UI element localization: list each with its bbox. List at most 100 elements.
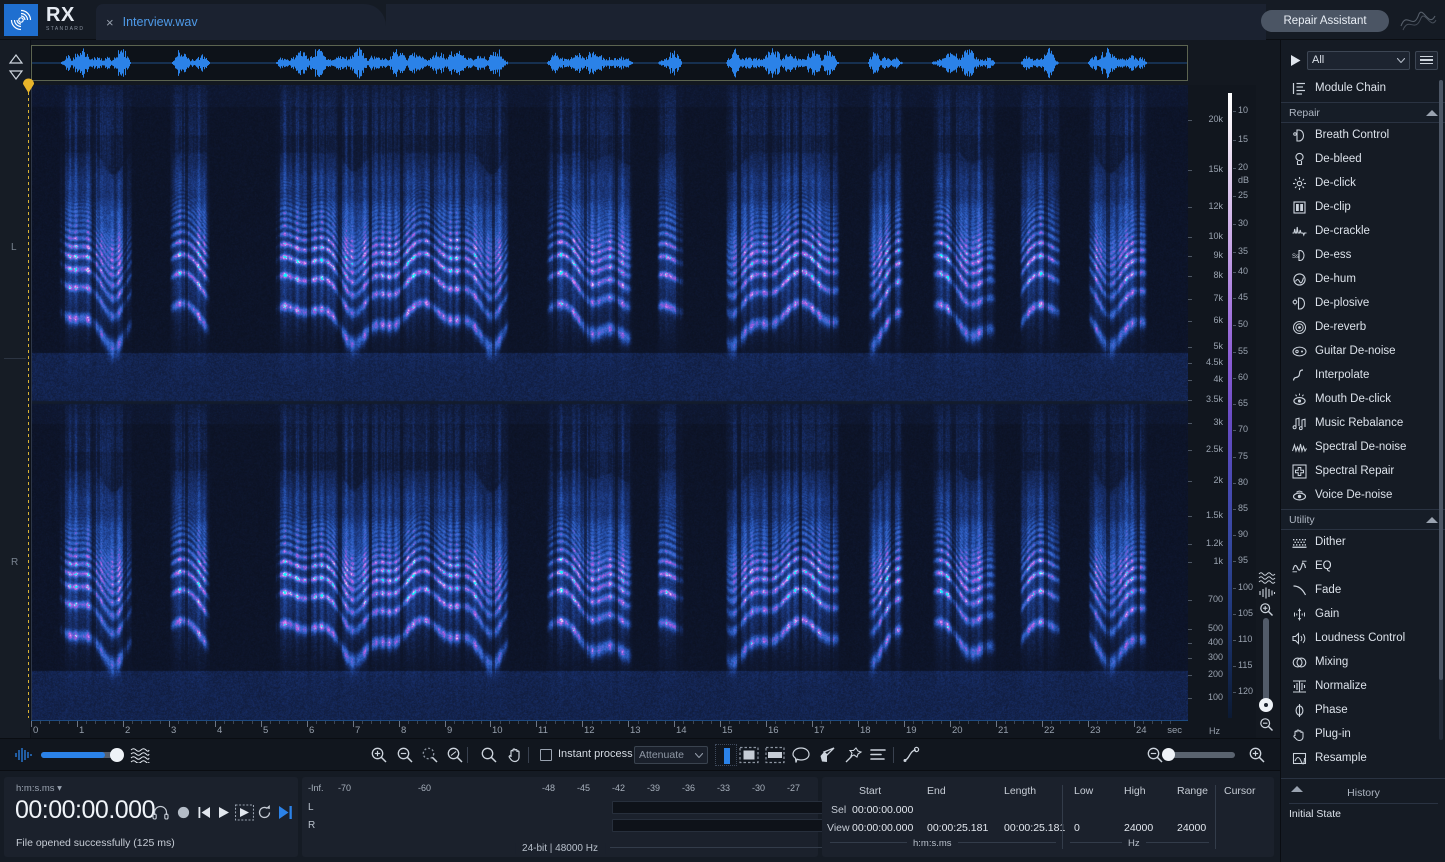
tab-interview-wav[interactable]: × Interview.wav [96,4,386,40]
sidebar-item-de-ess[interactable]: Ss De-ess [1281,243,1445,267]
db-color-scale[interactable]: dB 10 15 20 25 30 35 40 45 50 55 60 65 70 75 80 85 90 95 1… [1226,85,1256,738]
time-format-label[interactable]: h:m:s.ms ▾ [16,783,62,794]
zoom-out-icon[interactable] [396,746,414,764]
sidebar-item-de-plosive[interactable]: De-plosive [1281,291,1445,315]
instant-process-checkbox[interactable] [540,749,552,761]
zoom-to-selection-icon[interactable] [421,746,439,764]
sidebar-item-breath-control[interactable]: Breath Control [1281,123,1445,147]
pen-path-tool-icon[interactable] [902,745,922,765]
sidebar-item-de-click[interactable]: De-click [1281,171,1445,195]
frequency-tick-label: 400 [1207,637,1223,647]
monitor-headphones-button[interactable] [152,804,169,821]
magnifier-tool-icon[interactable] [480,746,498,764]
module-group-repair[interactable]: Repair [1281,102,1445,123]
frequency-selection-tool-icon[interactable] [765,745,785,765]
zoom-in-icon[interactable] [1248,746,1266,764]
frequency-ruler[interactable]: Hz 20k 15k 12k 10k 9k 8k 7k 6k 5k 4.5k 4k 3.5k 3k 2.5… [1188,85,1226,738]
harmonic-selection-tool-icon[interactable] [868,745,888,765]
caret-up-icon[interactable] [1426,109,1438,116]
module-list[interactable]: Module Chain Repair Breath Control De-bleed… [1281,76,1445,778]
sidebar-item-fade[interactable]: Fade [1281,578,1445,602]
zoom-out-icon[interactable] [1259,717,1274,737]
repair-assistant-button[interactable]: Repair Assistant [1261,10,1389,32]
rectangle-selection-tool-icon[interactable] [739,745,759,765]
zoom-in-icon[interactable] [370,746,388,764]
loop-button[interactable] [256,804,273,821]
play-selection-button[interactable] [234,804,255,821]
hand-tool-icon[interactable] [506,746,524,764]
info-freq-high[interactable]: 24000 [1124,822,1153,834]
sidebar-item-spectral-de-noise[interactable]: Spectral De-noise [1281,435,1445,459]
record-button[interactable] [175,804,192,821]
lasso-selection-tool-icon[interactable] [791,745,811,765]
sidebar-item-de-hum[interactable]: De-hum [1281,267,1445,291]
hamburger-menu-icon[interactable] [1415,50,1438,70]
sidebar-item-de-reverb[interactable]: De-reverb [1281,315,1445,339]
close-icon[interactable]: × [106,16,114,29]
vertical-zoom-control[interactable] [1256,570,1278,738]
sidebar-item-loudness-control[interactable]: Loudness Control [1281,626,1445,650]
spectrogram-view[interactable] [31,85,1188,720]
time-minor-tick [711,721,712,724]
spectral-de-noise-icon [1291,439,1307,455]
module-list-scroll-thumb[interactable] [1439,80,1443,680]
play-to-end-button[interactable] [277,804,294,821]
module-list-scrollbar[interactable] [1439,80,1443,740]
spectrogram-canvas[interactable] [31,85,1188,720]
sidebar-item-mixing[interactable]: Mixing [1281,650,1445,674]
sidebar-item-de-bleed[interactable]: De-bleed [1281,147,1445,171]
magic-wand-tool-icon[interactable] [843,745,863,765]
play-button[interactable] [215,804,232,821]
module-filter-select[interactable]: All [1307,50,1410,70]
sidebar-item-interpolate[interactable]: Interpolate [1281,363,1445,387]
horizontal-zoom-knob[interactable] [1162,748,1175,761]
playhead-time-display[interactable]: 00:00:00.000 [15,796,155,825]
time-tick-label: 14 [676,725,687,736]
sidebar-item-spectral-repair[interactable]: Spectral Repair [1281,459,1445,483]
info-view-start[interactable]: 00:00:00.000 [852,822,913,834]
module-group-utility[interactable]: Utility [1281,509,1445,530]
blend-slider-knob[interactable] [110,748,124,762]
zoom-reset-icon[interactable] [446,746,464,764]
vertical-zoom-track[interactable] [1263,618,1269,710]
chevron-down-icon[interactable]: ▾ [57,783,62,794]
history-item-initial-state[interactable]: Initial State [1289,808,1341,820]
sidebar-item-guitar-de-noise[interactable]: Guitar De-noise [1281,339,1445,363]
time-selection-tool-icon[interactable] [715,744,737,766]
sidebar-item-phase[interactable]: Phase [1281,698,1445,722]
selection-info-panel: Start End Length Low High Range Cursor S… [822,777,1274,857]
sidebar-item-plug-in[interactable]: Plug-in [1281,722,1445,746]
playhead-marker[interactable] [22,78,35,93]
go-to-start-button[interactable] [196,804,213,821]
waveform-view-icon[interactable] [14,747,33,768]
sidebar-item-eq[interactable]: EQ [1281,554,1445,578]
instant-process-mode-select[interactable]: Attenuate [634,746,708,764]
caret-up-icon[interactable] [1426,516,1438,523]
vertical-zoom-knob[interactable] [1259,698,1273,712]
sidebar-item-de-crackle[interactable]: De-crackle [1281,219,1445,243]
sidebar-item-de-clip[interactable]: De-clip [1281,195,1445,219]
info-freq-range[interactable]: 24000 [1177,822,1206,834]
sidebar-item-gain[interactable]: Gain [1281,602,1445,626]
meter-scale-label: -48 [542,783,556,793]
spectrogram-view-icon[interactable] [130,747,150,768]
sidebar-item-module-chain[interactable]: Module Chain [1281,76,1445,100]
info-view-length[interactable]: 00:00:25.181 [1004,822,1065,834]
sidebar-item-normalize[interactable]: Normalize [1281,674,1445,698]
sidebar-item-voice-de-noise[interactable]: Voice De-noise [1281,483,1445,507]
izotope-logo-icon[interactable] [4,4,38,36]
overview-waveform[interactable] [31,45,1188,81]
db-tick-label: 115 [1238,660,1253,670]
sidebar-item-dither[interactable]: Dither [1281,530,1445,554]
sidebar-item-music-rebalance[interactable]: Music Rebalance [1281,411,1445,435]
sidebar-item-mouth-de-click[interactable]: Mouth De-click [1281,387,1445,411]
info-view-end[interactable]: 00:00:25.181 [927,822,988,834]
info-freq-low[interactable]: 0 [1074,822,1080,834]
info-sel-start[interactable]: 00:00:00.000 [852,804,913,816]
brush-selection-tool-icon[interactable] [817,745,837,765]
play-icon[interactable] [1289,54,1302,67]
time-tick-label: 2 [125,725,131,736]
time-ruler[interactable]: sec 0 1 2 3 4 5 6 7 8 9 10 11 12 13 14 15 16 17 18 19 20 21 22… [31,720,1188,738]
sidebar-item-resample[interactable]: Resample [1281,746,1445,770]
horizontal-zoom-slider[interactable] [1167,752,1235,758]
